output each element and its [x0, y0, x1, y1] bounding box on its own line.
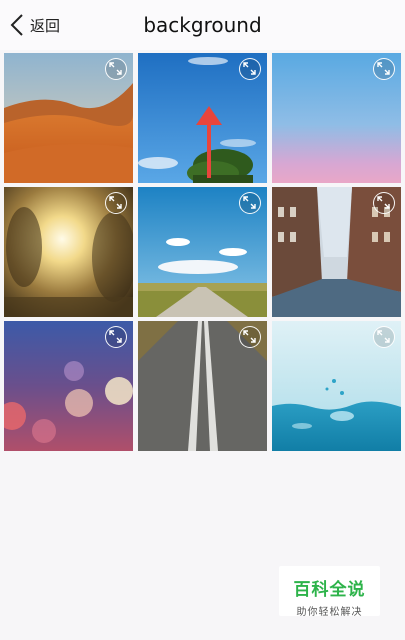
wallpaper-tile-sky-tree[interactable] [138, 53, 267, 183]
expand-button[interactable] [373, 326, 395, 348]
expand-button[interactable] [239, 326, 261, 348]
expand-icon [377, 62, 390, 75]
expand-button[interactable] [105, 58, 127, 80]
expand-icon [377, 330, 390, 343]
page-title: background [143, 13, 262, 37]
top-bar: 返回 background [0, 0, 405, 50]
expand-button[interactable] [373, 192, 395, 214]
wallpaper-tile-road-clouds[interactable] [138, 187, 267, 317]
expand-button[interactable] [373, 58, 395, 80]
expand-icon [243, 196, 256, 209]
expand-icon [109, 62, 122, 75]
wallpaper-tile-city-street[interactable] [272, 187, 401, 317]
expand-icon [109, 196, 122, 209]
wallpaper-tile-bokeh[interactable] [4, 321, 133, 451]
watermark-title: 百科全说 [293, 580, 366, 600]
expand-button[interactable] [105, 326, 127, 348]
expand-button[interactable] [239, 192, 261, 214]
wallpaper-tile-gradient-sky[interactable] [272, 53, 401, 183]
expand-button[interactable] [239, 58, 261, 80]
expand-icon [243, 62, 256, 75]
wallpaper-tile-desert[interactable] [4, 53, 133, 183]
watermark-subtitle: 助你轻松解决 [296, 607, 363, 618]
watermark-badge: 百科全说 助你轻松解决 [279, 566, 380, 618]
expand-button[interactable] [105, 192, 127, 214]
wallpaper-tile-sunlight[interactable] [4, 187, 133, 317]
expand-icon [243, 330, 256, 343]
wallpaper-tile-water-splash[interactable] [272, 321, 401, 451]
expand-icon [109, 330, 122, 343]
expand-icon [377, 196, 390, 209]
wallpaper-tile-road-lines[interactable] [138, 321, 267, 451]
